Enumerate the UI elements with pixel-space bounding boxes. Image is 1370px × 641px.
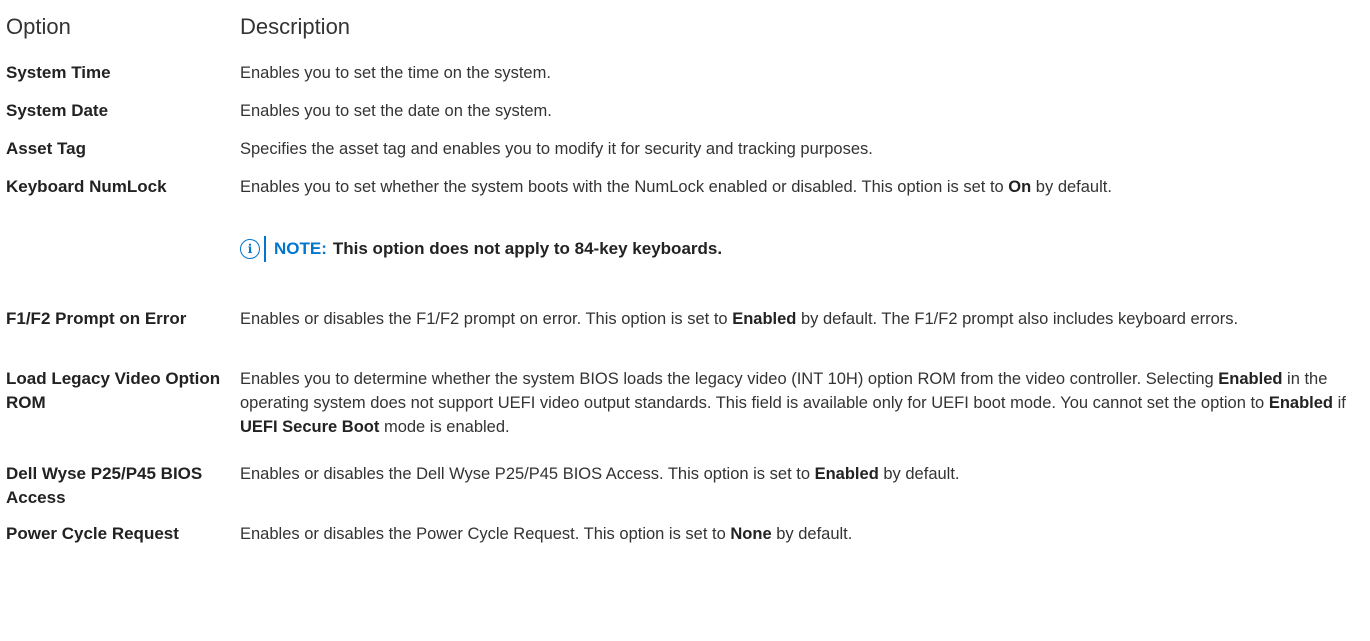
desc-text: by default. [1031,178,1112,196]
option-name: Asset Tag [6,139,86,158]
option-name: System Time [6,63,111,82]
column-header-description: Description [240,14,351,39]
desc-text: Enables you to determine whether the sys… [240,370,1219,388]
note-callout: i NOTE: This option does not apply to 84… [240,236,722,262]
desc-value: On [1008,178,1032,196]
option-description: Enables you to set whether the system bo… [240,175,1360,199]
option-name: F1/F2 Prompt on Error [6,309,187,328]
option-name: Power Cycle Request [6,524,179,543]
option-name: System Date [6,101,109,120]
desc-value: Enabled [814,465,879,483]
bios-options-table: Option Description System Time Enables y… [0,0,1370,641]
desc-value: UEFI Secure Boot [240,418,380,436]
option-name: Keyboard NumLock [6,177,167,196]
option-name: Dell Wyse P25/P45 BIOS Access [6,464,203,507]
desc-text: if [1333,394,1346,412]
option-name: Load Legacy Video Option ROM [6,369,221,412]
desc-value: Enabled [1268,394,1333,412]
info-icon: i [240,239,260,259]
note-divider [264,236,266,262]
option-description: Enables you to set the time on the syste… [240,64,551,82]
desc-value: Enabled [732,310,797,328]
note-text: This option does not apply to 84-key key… [332,239,723,258]
desc-text: mode is enabled. [379,418,510,436]
desc-text: by default. [878,465,960,483]
option-description: Enables you to set the date on the syste… [240,102,552,120]
desc-text: Enables you to set whether the system bo… [240,178,1009,196]
table-header: Option Description [6,14,350,40]
desc-value: Enabled [1218,370,1283,388]
desc-text: by default. [771,525,853,543]
desc-text: Enables or disables the F1/F2 prompt on … [240,310,733,328]
option-description: Enables or disables the Dell Wyse P25/P4… [240,462,1360,486]
desc-text: Enables or disables the Power Cycle Requ… [240,525,731,543]
option-description: Enables or disables the F1/F2 prompt on … [240,307,1360,331]
column-header-option: Option [6,14,71,39]
note-label: NOTE: [274,239,327,258]
desc-text: by default. The F1/F2 prompt also includ… [796,310,1239,328]
option-description: Enables you to determine whether the sys… [240,367,1360,439]
desc-value: None [730,525,772,543]
option-description: Enables or disables the Power Cycle Requ… [240,522,1360,546]
option-description: Specifies the asset tag and enables you … [240,140,873,158]
desc-text: Enables or disables the Dell Wyse P25/P4… [240,465,815,483]
